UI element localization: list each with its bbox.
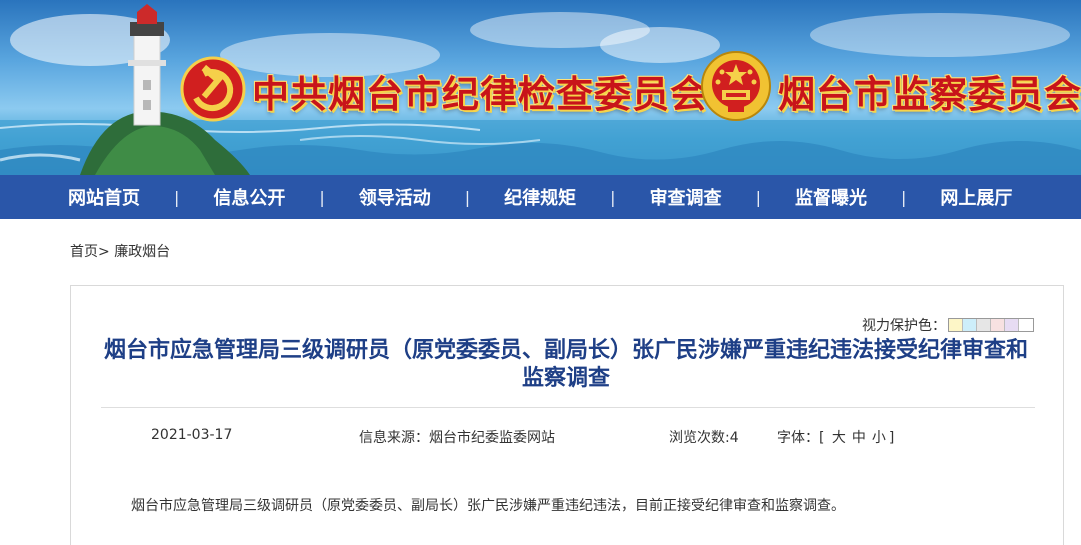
nav-separator: |: [319, 187, 325, 207]
eye-care-color-picker: 视力保护色：: [862, 315, 1034, 335]
views-label: 浏览次数:: [669, 430, 730, 446]
main-nav: 网站首页 | 信息公开 | 领导活动 | 纪律规矩 | 审查调查 | 监督曝光 …: [0, 175, 1081, 219]
views-count: 4: [729, 430, 739, 446]
nav-separator: |: [464, 187, 471, 207]
banner-title-discipline-commission: 中共烟台市纪律检查委员会: [252, 72, 708, 116]
breadcrumb-arrow: >: [98, 244, 110, 260]
swatch-gray[interactable]: [977, 319, 991, 331]
nav-separator: |: [900, 187, 907, 207]
article-body: 烟台市应急管理局三级调研员（原党委委员、副局长）张广民涉嫌严重违纪违法，目前正接…: [131, 498, 845, 514]
swatch-white[interactable]: [1019, 319, 1033, 331]
eye-care-label: 视力保护色：: [862, 318, 946, 334]
font-medium-option[interactable]: 中: [852, 430, 866, 446]
nav-item-home[interactable]: 网站首页: [68, 184, 140, 210]
nav-separator: |: [610, 187, 616, 207]
swatch-pink[interactable]: [991, 319, 1005, 331]
eye-care-swatches: [948, 318, 1034, 332]
party-emblem-icon: [180, 56, 246, 122]
banner-title-supervision-commission: 烟台市监察委员会: [778, 72, 1081, 116]
swatch-purple[interactable]: [1005, 319, 1019, 331]
nav-item-online-exhibition[interactable]: 网上展厅: [940, 184, 1012, 210]
article-source: 信息来源：烟台市纪委监委网站: [359, 430, 555, 446]
title-divider: [101, 407, 1035, 408]
national-emblem-icon: [701, 51, 771, 121]
nav-item-info-disclosure[interactable]: 信息公开: [213, 184, 285, 210]
font-size-label: 字体：[: [777, 430, 825, 446]
breadcrumb-home-link[interactable]: 首页: [70, 244, 98, 260]
font-size-close-bracket: ]: [888, 430, 895, 446]
font-size-control: 字体：[ 大中小]: [777, 427, 894, 447]
breadcrumb-current-link[interactable]: 廉政烟台: [114, 244, 170, 260]
nav-item-leader-activities[interactable]: 领导活动: [359, 184, 431, 210]
breadcrumb: 首页> 廉政烟台: [70, 241, 170, 261]
swatch-blue[interactable]: [963, 319, 977, 331]
swatch-yellow[interactable]: [949, 319, 963, 331]
nav-separator: |: [174, 187, 180, 207]
font-large-option[interactable]: 大: [832, 430, 846, 446]
article-title: 烟台市应急管理局三级调研员（原党委委员、副局长）张广民涉嫌严重违纪违法接受纪律审…: [103, 338, 1028, 391]
article-date: 2021-03-17: [151, 427, 233, 443]
site-banner: 中共烟台市纪律检查委员会 烟台市监察委员会: [0, 0, 1081, 175]
nav-separator: |: [755, 187, 761, 207]
font-small-option[interactable]: 小: [872, 430, 886, 446]
article-container: 视力保护色： 烟台市应急管理局三级调研员（原党委委员、副局长）张广民涉嫌严重违纪…: [70, 285, 1064, 545]
nav-item-discipline-rules[interactable]: 纪律规矩: [504, 184, 576, 210]
nav-item-supervision-exposure[interactable]: 监督曝光: [795, 184, 867, 210]
nav-item-review-investigation[interactable]: 审查调查: [650, 184, 722, 210]
article-views: 浏览次数:4: [669, 427, 739, 447]
